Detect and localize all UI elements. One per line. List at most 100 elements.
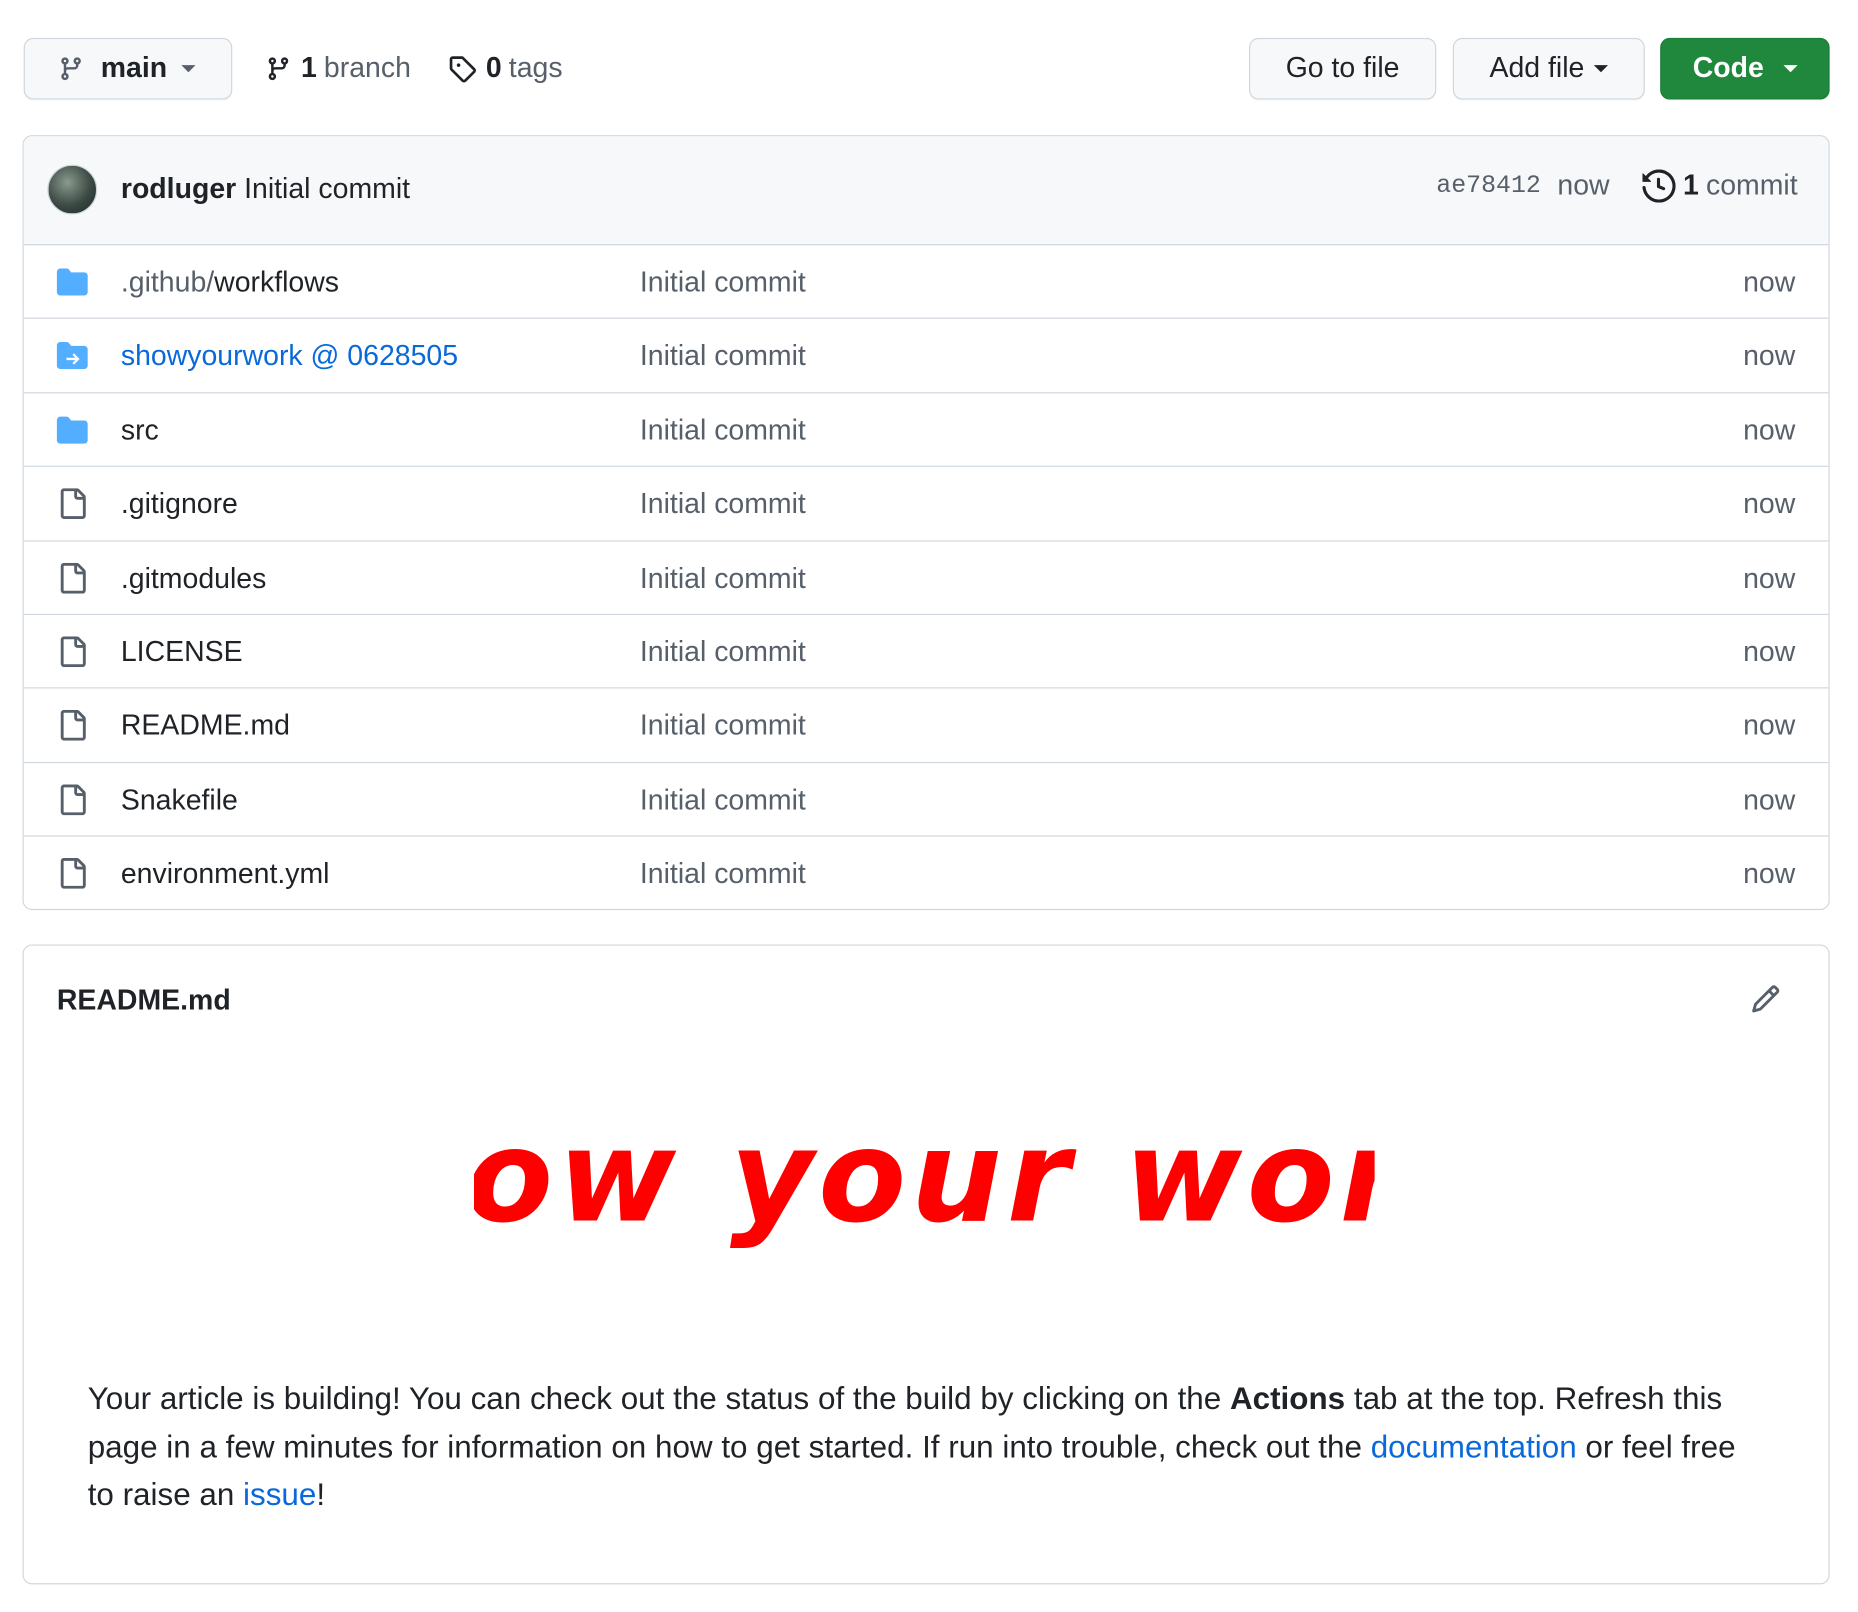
file-name-text: README.md [120,710,290,743]
file-name-prefix: .github/ [120,266,215,299]
chevron-down-icon [181,65,196,73]
file-commit-message[interactable]: Initial commit [640,562,806,595]
tags-label: tags [508,52,563,85]
commit-sha[interactable]: ae78412 [1436,172,1541,199]
commit-count-label: commit [1705,169,1798,202]
commit-count: 1 [1683,169,1699,202]
chevron-down-icon [1593,65,1609,73]
file-commit-time: now [1743,488,1796,521]
documentation-link[interactable]: documentation [1371,1429,1577,1465]
file-commit-message[interactable]: Initial commit [640,414,806,447]
add-file-button[interactable]: Add file [1452,37,1645,100]
file-name-text: showyourwork @ 0628505 [120,340,459,373]
file-name[interactable]: README.md [121,710,290,743]
repo-toolbar: main 1 branch 0 tags Go to file Add file… [23,37,1830,102]
branches-link[interactable]: 1 branch [265,38,411,100]
file-commit-message[interactable]: Initial commit [640,710,806,743]
latest-commit-bar: rodluger Initial commit ae78412 now 1 co… [23,136,1829,246]
file-row[interactable]: LICENSE Initial commit now [23,615,1829,689]
readme-text-bold: Actions [1229,1380,1346,1417]
branches-label: branch [323,52,411,85]
commit-meta: ae78412 now 1 commit [1436,169,1798,203]
file-name-text: environment.yml [120,858,330,891]
submodule-icon [55,341,91,372]
file-commit-time: now [1743,414,1796,447]
issue-link[interactable]: issue [243,1477,316,1513]
file-name[interactable]: LICENSE [121,636,243,669]
file-row[interactable]: showyourwork @ 0628505 Initial commit now [23,319,1829,394]
readme-text-1: Your article is building! You can check … [87,1380,1230,1417]
tag-icon [449,56,476,83]
file-name-text: .gitmodules [120,562,267,595]
history-icon [1642,169,1676,203]
file-row[interactable]: environment.yml Initial commit now [24,837,1829,909]
file-commit-message[interactable]: Initial commit [640,488,806,521]
show-your-work-logo: show your work! [474,1103,1375,1252]
add-file-label: Add file [1489,52,1585,85]
pencil-icon[interactable] [1750,984,1781,1015]
file-icon [55,710,91,742]
file-icon [55,488,91,520]
commit-author[interactable]: rodluger [121,173,236,206]
folder-icon [55,414,91,445]
file-name[interactable]: .gitmodules [121,562,266,595]
branch-selector-button[interactable]: main [23,37,233,100]
repo-page: main 1 branch 0 tags Go to file Add file… [0,0,1858,1612]
readme-title[interactable]: README.md [57,985,231,1018]
git-branch-icon [61,57,81,81]
file-icon [55,562,91,594]
file-row[interactable]: src Initial commit now [23,393,1829,468]
file-row[interactable]: .gitmodules Initial commit now [23,541,1829,615]
file-browser: rodluger Initial commit ae78412 now 1 co… [22,135,1830,911]
file-row[interactable]: README.md Initial commit now [23,689,1829,763]
commit-history-link[interactable]: 1 commit [1642,169,1798,203]
code-button[interactable]: Code [1660,37,1830,100]
file-commit-message[interactable]: Initial commit [640,267,806,300]
file-icon [55,636,91,668]
file-list: .github/workflows Initial commit now showyo… [23,245,1829,909]
readme-body: Your article is building! You can check … [88,1375,1771,1519]
logo-text: show your work! [474,1103,1375,1252]
file-name[interactable]: showyourwork @ 0628505 [121,341,458,374]
file-name[interactable]: src [121,414,159,447]
file-commit-time: now [1743,562,1796,595]
file-name-text: workflows [214,266,340,299]
go-to-file-button[interactable]: Go to file [1248,37,1437,100]
file-commit-time: now [1743,340,1796,373]
commit-message[interactable]: Initial commit [244,173,410,206]
file-icon [55,858,91,889]
chevron-down-icon [1782,65,1798,73]
file-commit-message[interactable]: Initial commit [640,636,806,669]
tags-count: 0 [485,52,502,85]
tags-link[interactable]: 0 tags [448,38,563,100]
file-row[interactable]: Snakefile Initial commit now [23,763,1829,837]
code-label: Code [1692,52,1764,85]
file-name-text: .gitignore [120,488,238,521]
file-row[interactable]: .github/workflows Initial commit now [23,245,1829,320]
file-commit-time: now [1743,710,1796,743]
file-commit-message[interactable]: Initial commit [640,341,806,374]
file-name[interactable]: Snakefile [121,784,238,817]
file-commit-message[interactable]: Initial commit [640,784,806,817]
git-branch-icon [268,57,289,81]
branch-name: main [100,52,168,85]
file-commit-time: now [1743,784,1796,817]
file-commit-message[interactable]: Initial commit [640,858,806,891]
file-name-text: Snakefile [120,784,238,817]
file-name[interactable]: .gitignore [121,488,238,521]
readme-text-4: ! [316,1476,326,1513]
folder-icon [55,267,91,298]
file-icon [55,784,91,815]
file-name[interactable]: environment.yml [121,858,330,891]
readme-panel: README.md show your work! Your article i… [22,944,1830,1585]
file-name-text: src [120,414,159,447]
file-row[interactable]: .gitignore Initial commit now [23,467,1829,542]
file-name[interactable]: .github/workflows [121,267,339,300]
avatar[interactable] [47,164,98,215]
file-commit-time: now [1743,858,1796,891]
file-commit-time: now [1743,266,1796,299]
file-commit-time: now [1743,636,1796,669]
go-to-file-label: Go to file [1285,52,1400,85]
branches-count: 1 [300,52,317,85]
file-name-text: LICENSE [120,636,243,669]
